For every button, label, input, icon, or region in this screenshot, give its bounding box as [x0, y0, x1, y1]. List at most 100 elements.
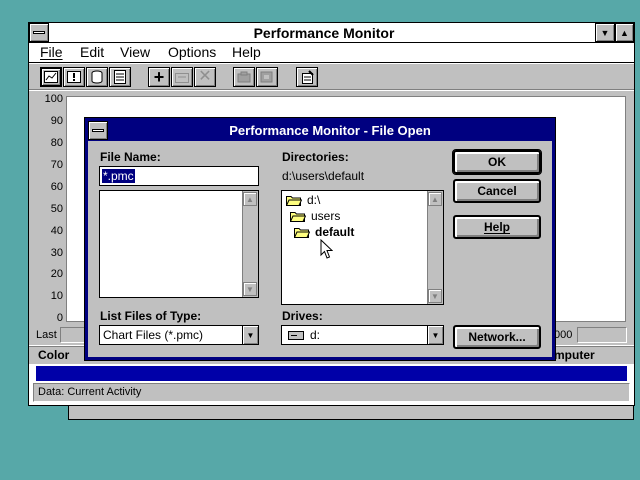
directory-scrollbar[interactable]: ▲ ▼ — [427, 191, 443, 304]
chart-view-button[interactable] — [40, 67, 62, 87]
max-value-field — [577, 327, 627, 343]
open-folder-icon — [294, 228, 310, 239]
directory-tree[interactable] — [281, 190, 444, 305]
edit-counter-button[interactable] — [171, 67, 193, 87]
update-now-icon — [237, 71, 251, 83]
alert-view-icon — [67, 71, 81, 83]
dir-item-root[interactable]: d:\ — [286, 193, 320, 207]
file-list-scrollbar[interactable]: ▲ ▼ — [242, 191, 258, 297]
current-directory: d:\users\default — [282, 169, 365, 183]
add-counter-button[interactable]: + — [148, 67, 170, 87]
maximize-button[interactable]: ▲ — [615, 23, 634, 42]
y-axis-label: 30 — [50, 247, 63, 259]
directory-scroll-down[interactable]: ▼ — [428, 289, 442, 303]
help-button[interactable]: Help — [453, 215, 541, 239]
dialog-system-menu[interactable] — [88, 121, 108, 140]
dir-item-default[interactable]: default — [294, 225, 354, 239]
open-folder-icon — [290, 212, 306, 223]
legend-color-label: Color — [38, 348, 70, 362]
menu-view[interactable]: View — [120, 44, 150, 60]
menu-help-label: Help — [232, 44, 261, 60]
ok-button-label: OK — [488, 155, 506, 169]
file-name-value: *.pmc — [102, 169, 135, 183]
directories-label: Directories: — [282, 150, 349, 164]
y-axis-label: 40 — [50, 225, 63, 237]
legend-computer-label: mputer — [554, 348, 595, 362]
drives-label: Drives: — [282, 309, 323, 323]
add-counter-icon: + — [153, 67, 165, 87]
chevron-down-icon: ▼ — [431, 330, 440, 340]
list-type-label: List Files of Type: — [100, 309, 202, 323]
mouse-cursor-icon — [320, 239, 333, 259]
last-label: Last — [36, 329, 57, 341]
menu-options-label: Options — [168, 44, 217, 60]
dialog-system-menu-icon — [92, 129, 104, 132]
drives-select[interactable]: d: ▼ — [281, 325, 444, 345]
report-view-button[interactable] — [109, 67, 131, 87]
menu-help[interactable]: Help — [232, 44, 261, 60]
max-value-fragment: 000 — [554, 329, 573, 341]
options-button[interactable] — [296, 67, 318, 87]
network-button-label: Network... — [468, 330, 526, 344]
menu-file-label: File — [40, 44, 63, 60]
drive-icon — [288, 331, 304, 340]
ok-button[interactable]: OK — [452, 149, 542, 175]
y-axis-label: 50 — [50, 203, 63, 215]
file-list-scroll-down[interactable]: ▼ — [243, 282, 257, 296]
y-axis-label: 100 — [44, 93, 63, 105]
bookmark-icon — [260, 71, 273, 83]
dir-item-users-label: users — [311, 209, 341, 223]
help-button-label: Help — [483, 220, 510, 234]
main-title-bar[interactable]: Performance Monitor ▼ ▲ — [29, 23, 634, 43]
dialog-title: Performance Monitor - File Open — [229, 123, 431, 138]
file-list[interactable] — [99, 190, 259, 298]
alert-view-button[interactable] — [63, 67, 85, 87]
chart-view-icon — [44, 71, 58, 83]
file-list-scroll-up[interactable]: ▲ — [243, 192, 257, 206]
update-now-button[interactable] — [233, 67, 255, 87]
y-axis-label: 90 — [50, 115, 63, 127]
log-view-icon — [91, 70, 103, 84]
menu-view-label: View — [120, 44, 151, 60]
y-axis-label: 70 — [50, 159, 63, 171]
y-axis-label: 80 — [50, 137, 63, 149]
menu-edit[interactable]: Edit — [80, 44, 104, 60]
maximize-icon: ▲ — [620, 27, 629, 38]
menu-file[interactable]: File — [40, 44, 63, 60]
network-button[interactable]: Network... — [453, 325, 541, 349]
list-type-dropdown-arrow[interactable]: ▼ — [242, 326, 258, 344]
menu-options[interactable]: Options — [168, 44, 216, 60]
delete-counter-button[interactable]: ✕ — [194, 67, 216, 87]
cancel-button-label: Cancel — [477, 184, 517, 198]
y-axis-label: 10 — [50, 290, 63, 302]
y-axis-label: 60 — [50, 181, 63, 193]
drive-value: d: — [310, 328, 321, 342]
list-type-value: Chart Files (*.pmc) — [103, 328, 204, 342]
chevron-down-icon: ▼ — [246, 330, 255, 340]
dir-item-users[interactable]: users — [290, 209, 340, 223]
file-name-input[interactable]: *.pmc — [99, 166, 259, 186]
legend-row-selected[interactable] — [36, 366, 627, 381]
cancel-button[interactable]: Cancel — [453, 179, 541, 203]
y-axis-label: 20 — [50, 268, 63, 280]
system-menu-icon — [33, 31, 45, 34]
open-folder-icon — [286, 196, 302, 207]
file-name-label: File Name: — [100, 150, 161, 164]
dir-item-root-label: d:\ — [307, 193, 321, 207]
list-type-select[interactable]: Chart Files (*.pmc) ▼ — [99, 325, 259, 345]
status-text: Data: Current Activity — [38, 386, 142, 398]
system-menu-button[interactable] — [29, 23, 49, 42]
directory-scroll-up[interactable]: ▲ — [428, 192, 442, 206]
main-window-title: Performance Monitor — [253, 25, 395, 41]
log-view-button[interactable] — [86, 67, 108, 87]
bookmark-button[interactable] — [256, 67, 278, 87]
drives-dropdown-arrow[interactable]: ▼ — [427, 326, 443, 344]
dir-item-default-label: default — [315, 225, 355, 239]
minimize-button[interactable]: ▼ — [595, 23, 615, 42]
options-icon — [302, 70, 314, 84]
report-view-icon — [114, 70, 126, 84]
menu-edit-label: Edit — [80, 44, 105, 60]
edit-counter-icon — [175, 73, 189, 83]
delete-counter-icon: ✕ — [198, 68, 212, 85]
minimize-icon: ▼ — [600, 27, 610, 38]
